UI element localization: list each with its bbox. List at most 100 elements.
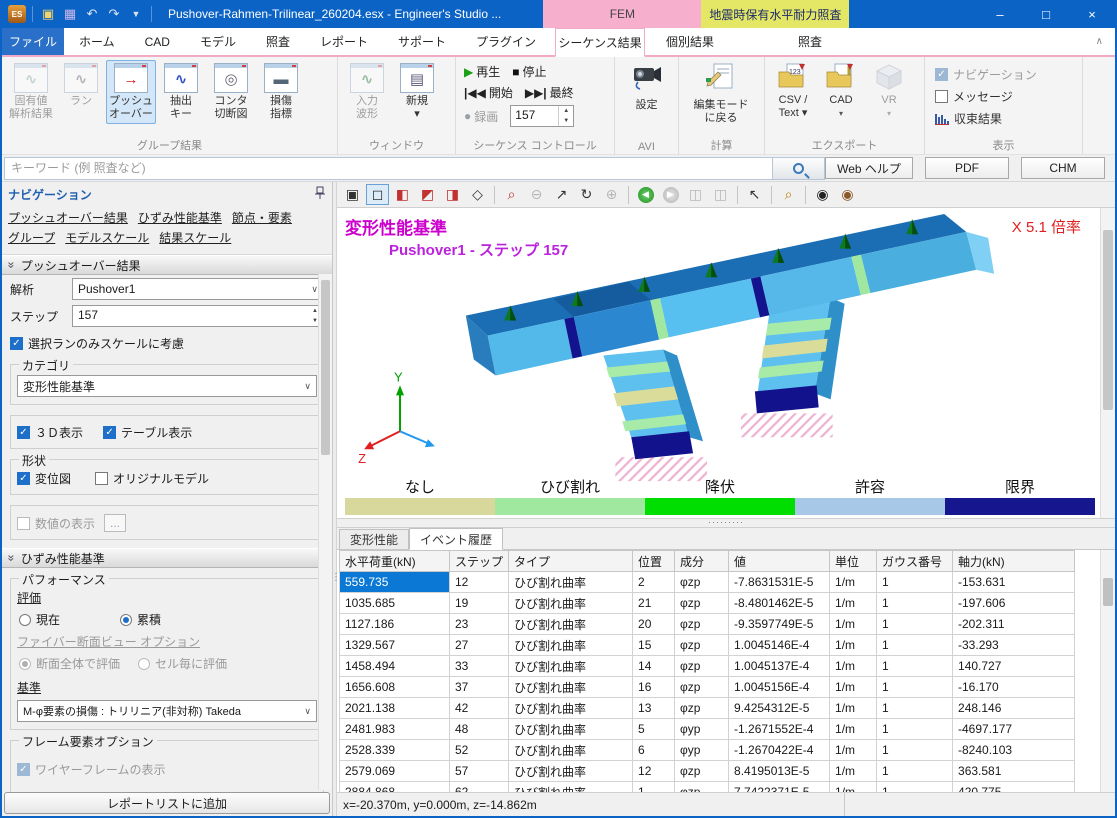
step-input[interactable]: 157 ▲▼ <box>72 305 324 327</box>
table-cell[interactable]: φzp <box>675 593 729 614</box>
table-cell[interactable]: 57 <box>450 761 509 782</box>
minimize-button[interactable]: – <box>977 0 1023 28</box>
message-checkbox[interactable] <box>935 90 948 103</box>
spin-down-icon[interactable]: ▼ <box>559 116 573 126</box>
table-cell[interactable]: 1/m <box>830 740 877 761</box>
table-cell[interactable]: 1.0045156E-4 <box>729 677 830 698</box>
table-cell[interactable]: 23 <box>450 614 509 635</box>
table-cell[interactable]: 1/m <box>830 719 877 740</box>
panel-scrollbar[interactable] <box>318 274 332 790</box>
nav-link[interactable]: 結果スケール <box>159 231 231 245</box>
table-scrollbar[interactable] <box>1100 550 1115 792</box>
basis-combo[interactable]: M-φ要素の損傷 : トリリニア(非対称) Takeda∨ <box>17 700 317 722</box>
table-cell[interactable]: φyp <box>675 719 729 740</box>
table-column-header[interactable]: 成分 <box>675 551 729 572</box>
table-cell[interactable]: 1 <box>877 740 953 761</box>
table-row[interactable]: 2021.13842ひび割れ曲率13φzp9.4254312E-51/m1248… <box>340 698 1075 719</box>
table-row[interactable]: 1127.18623ひび割れ曲率20φzp-9.3597749E-51/m1-2… <box>340 614 1075 635</box>
table-column-header[interactable]: ステップ <box>450 551 509 572</box>
menu-tab[interactable]: 照査 <box>251 28 305 55</box>
convergence-results-button[interactable]: 収束結果 <box>935 110 1037 127</box>
table-cell[interactable]: ひび割れ曲率 <box>509 677 633 698</box>
display-3d-row[interactable]: ✓３Ｄ表示 <box>17 424 83 441</box>
table-cell[interactable]: 48 <box>450 719 509 740</box>
menu-tab[interactable]: ホーム <box>64 28 130 55</box>
fit-view-icon[interactable]: ▣ <box>341 184 364 205</box>
table-row[interactable]: 1329.56727ひび割れ曲率15φzp1.0045146E-41/m1-33… <box>340 635 1075 656</box>
menu-tab[interactable]: プラグイン <box>461 28 551 55</box>
table-cell[interactable]: 16 <box>633 677 675 698</box>
table-row[interactable]: 1035.68519ひび割れ曲率21φzp-8.4801462E-51/m1-1… <box>340 593 1075 614</box>
table-cell[interactable]: -1.2671552E-4 <box>729 719 830 740</box>
table-cell[interactable]: 1/m <box>830 761 877 782</box>
open-file-icon[interactable]: ▣ <box>39 5 57 23</box>
table-cell[interactable]: ひび割れ曲率 <box>509 614 633 635</box>
view-iso-icon[interactable]: ◇ <box>466 184 489 205</box>
section-header-pushover[interactable]: » プッシュオーバー結果 <box>2 255 332 275</box>
back-to-edit-button[interactable]: 編集モード に戻る <box>683 60 759 125</box>
table-row[interactable]: 2528.33952ひび割れ曲率6φyp-1.2670422E-41/m1-82… <box>340 740 1075 761</box>
table-cell[interactable]: 12 <box>450 572 509 593</box>
displacement-checkbox[interactable]: ✓ <box>17 472 30 485</box>
context-tab-fem[interactable]: FEM <box>543 0 701 28</box>
close-button[interactable]: × <box>1069 0 1115 28</box>
display-table-checkbox[interactable]: ✓ <box>103 426 116 439</box>
menu-tab[interactable]: レポート <box>305 28 383 55</box>
table-cell[interactable]: ひび割れ曲率 <box>509 740 633 761</box>
save-icon[interactable]: ▦ <box>61 5 79 23</box>
table-cell[interactable]: 1 <box>877 572 953 593</box>
zoom-window-icon[interactable]: ⌕ <box>500 184 523 205</box>
copy-view-icon[interactable]: ◉ <box>836 184 859 205</box>
export-cad-button[interactable]: CAD▾ <box>817 60 865 120</box>
table-cell[interactable]: 15 <box>633 635 675 656</box>
chm-help-button[interactable]: CHM <box>1021 157 1105 179</box>
section-header-strain[interactable]: » ひずみ性能基準 <box>2 548 332 568</box>
table-cell[interactable]: -197.606 <box>953 593 1075 614</box>
table-cell[interactable]: ひび割れ曲率 <box>509 656 633 677</box>
extract-key-button[interactable]: ∿抽出キー <box>156 60 206 124</box>
go-end-button[interactable]: ▶▶|最終 <box>525 84 574 101</box>
table-cell[interactable]: φzp <box>675 635 729 656</box>
table-cell[interactable]: ひび割れ曲率 <box>509 698 633 719</box>
table-cell[interactable]: 1127.186 <box>340 614 450 635</box>
table-cell[interactable]: 1.0045137E-4 <box>729 656 830 677</box>
menu-tab[interactable]: サポート <box>383 28 461 55</box>
collapse-ribbon-icon[interactable]: ∧ <box>1084 28 1115 55</box>
nav-link[interactable]: プッシュオーバー結果 <box>8 211 128 225</box>
undo-icon[interactable]: ↶ <box>83 5 101 23</box>
nav-link[interactable]: 節点・要素 <box>232 211 292 225</box>
display-3d-checkbox[interactable]: ✓ <box>17 426 30 439</box>
table-cell[interactable]: 559.735 <box>340 572 450 593</box>
maximize-button[interactable]: □ <box>1023 0 1069 28</box>
table-cell[interactable]: 1/m <box>830 782 877 793</box>
menu-tab[interactable]: CAD <box>130 28 185 55</box>
ribbon-tab-verification[interactable]: 照査 <box>735 28 885 55</box>
table-cell[interactable]: -8240.103 <box>953 740 1075 761</box>
table-cell[interactable]: φzp <box>675 761 729 782</box>
table-cell[interactable]: 19 <box>450 593 509 614</box>
table-column-header[interactable]: 軸力(kN) <box>953 551 1075 572</box>
app-icon[interactable]: ES <box>8 5 26 23</box>
radio-current[interactable] <box>19 614 31 626</box>
nav-link[interactable]: モデルスケール <box>65 231 149 245</box>
damage-index-button[interactable]: ▬損傷指標 <box>256 60 306 124</box>
displacement-row[interactable]: ✓変位図 <box>17 470 71 487</box>
table-cell[interactable]: ひび割れ曲率 <box>509 719 633 740</box>
table-row[interactable]: 2884.86862ひび割れ曲率1φzp7.7422371E-51/m1420.… <box>340 782 1075 793</box>
table-cell[interactable]: 1 <box>877 656 953 677</box>
table-cell[interactable]: 2481.983 <box>340 719 450 740</box>
view-right-icon[interactable]: ◨ <box>441 184 464 205</box>
message-checkbox-row[interactable]: メッセージ <box>935 88 1037 105</box>
table-cell[interactable]: 2528.339 <box>340 740 450 761</box>
table-cell[interactable]: φzp <box>675 572 729 593</box>
table-row[interactable]: 1458.49433ひび割れ曲率14φzp1.0045137E-41/m1140… <box>340 656 1075 677</box>
table-cell[interactable]: 1/m <box>830 698 877 719</box>
navigation-checkbox[interactable]: ✓ <box>935 68 948 81</box>
step-spinner-value[interactable]: 157 <box>511 106 558 126</box>
scrollbar-thumb[interactable] <box>1103 230 1113 410</box>
basis-link[interactable]: 基準 <box>17 681 41 695</box>
table-cell[interactable]: 6 <box>633 740 675 761</box>
table-cell[interactable]: 140.727 <box>953 656 1075 677</box>
menu-tab[interactable]: モデル <box>185 28 251 55</box>
tab-event-history[interactable]: イベント履歴 <box>409 528 503 550</box>
